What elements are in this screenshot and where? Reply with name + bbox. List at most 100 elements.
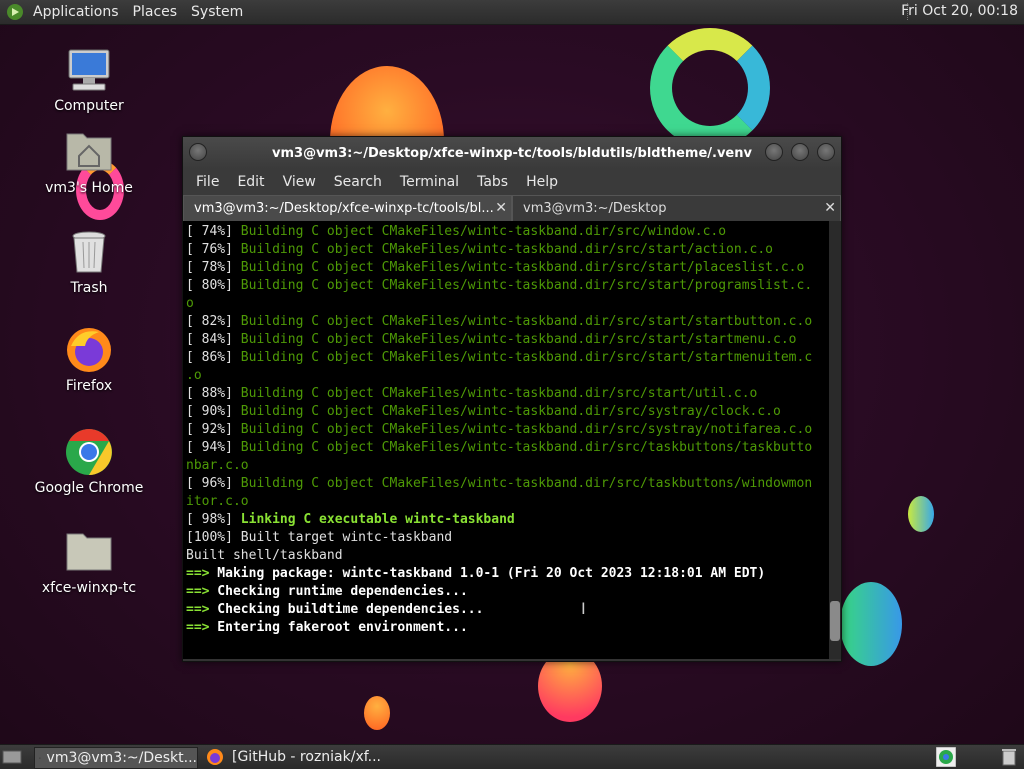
chrome-icon [65,428,113,476]
taskbar-item-terminal[interactable]: vm3@vm3:~/Deskt... [34,747,198,769]
terminal-line-text: Building C object CMakeFiles/wintc-taskb… [232,242,774,257]
terminal-line: [ 92%] Building C object CMakeFiles/wint… [186,422,812,437]
terminal-line-text: Building C object CMakeFiles/wintc-taskb… [232,260,805,275]
tray-trash[interactable] [1002,747,1022,767]
tab-desktop[interactable]: vm3@vm3:~/Desktop ✕ [512,195,841,221]
menu-applications[interactable]: Applications [26,4,126,20]
orange-oval-tiny-shape [364,696,390,730]
tab-bar: vm3@vm3:~/Desktop/xfce-winxp-tc/tools/bl… [183,195,841,221]
distro-logo-icon[interactable] [6,3,24,21]
terminal-line-fakeroot: Entering fakeroot environment... [209,620,468,635]
terminal-line: [ 84%] Building C object CMakeFiles/wint… [186,332,797,347]
terminal-output: [ 74%] Building C object CMakeFiles/wint… [183,221,826,637]
terminal-line-text: Building C object CMakeFiles/wintc-taskb… [232,350,813,365]
desktop-icon-computer[interactable]: Computer [34,46,144,114]
terminal-arrow: ==> [186,566,210,581]
green-oval-small-shape [908,496,934,532]
terminal-line-text: Building C object CMakeFiles/wintc-taskb… [232,314,813,329]
desktop-icon-trash[interactable]: Trash [34,228,144,296]
folder-icon [65,528,113,576]
desktop-icon-label: Google Chrome [34,480,144,496]
desktop-icon-label: Trash [70,280,108,296]
terminal-line-runtime: Checking runtime dependencies... [209,584,468,599]
terminal-line-text: Building C object CMakeFiles/wintc-taskb… [232,476,813,491]
menu-tabs[interactable]: Tabs [468,174,517,190]
terminal-window: vm3@vm3:~/Desktop/xfce-winxp-tc/tools/bl… [182,136,842,662]
terminal-line-text: nbar.c.o [186,458,249,473]
terminal-line-pct: [ 94%] [186,440,233,455]
terminal-line-text: Building C object CMakeFiles/wintc-taskb… [232,278,813,293]
menu-edit[interactable]: Edit [228,174,273,190]
trash-tray-icon [1002,749,1016,766]
terminal-line-pct: [ 96%] [186,476,233,491]
terminal-line-pct: [ 74%] [186,224,233,239]
terminal-line-built-target: [100%] Built target wintc-taskband [186,530,453,545]
text-cursor-icon: I [581,599,586,618]
menu-terminal[interactable]: Terminal [391,174,468,190]
terminal-line-pct: [ 90%] [186,404,233,419]
terminal-line-pct: [ 88%] [186,386,233,401]
show-desktop-button[interactable] [2,747,28,767]
computer-icon [65,46,113,94]
clock[interactable]: Fri Oct 20, 00:18 [901,3,1018,19]
terminal-line: [ 76%] Building C object CMakeFiles/wint… [186,242,773,257]
terminal-line-pct: [ 92%] [186,422,233,437]
scrollbar[interactable] [829,221,841,659]
menu-system[interactable]: System [184,4,250,20]
desktop-icon-chrome[interactable]: Google Chrome [34,428,144,496]
home-folder-icon [65,128,113,176]
desktop-icon-label: vm3's Home [45,180,133,196]
terminal-line-text: Building C object CMakeFiles/wintc-taskb… [232,386,758,401]
taskbar-item-label: [GitHub - rozniak/xf... [232,749,382,765]
terminal-line-text: o [186,296,194,311]
tab-label: vm3@vm3:~/Desktop/xfce-winxp-tc/tools/bl… [194,201,494,216]
terminal-line-pct: [ 76%] [186,242,233,257]
terminal-line: o [186,296,194,311]
desktop-icon-xfce-winxp-tc[interactable]: xfce-winxp-tc [34,528,144,596]
close-tab-icon[interactable]: ✕ [495,200,507,216]
menu-help[interactable]: Help [517,174,567,190]
terminal-line-making: Making package: wintc-taskband 1.0-1 (Fr… [209,566,766,581]
terminal-arrow: ==> [186,584,210,599]
taskbar: vm3@vm3:~/Deskt... [GitHub - rozniak/xf.… [0,744,1024,769]
green-ring-shape [650,28,770,148]
menu-places[interactable]: Places [126,4,185,20]
desktop-icon-label: Firefox [65,378,113,394]
terminal-arrow: ==> [186,602,210,617]
terminal-line: [ 78%] Building C object CMakeFiles/wint… [186,260,804,275]
menu-view[interactable]: View [274,174,325,190]
terminal-body[interactable]: [ 74%] Building C object CMakeFiles/wint… [183,221,841,659]
minimize-button[interactable] [765,143,783,161]
close-tab-icon[interactable]: ✕ [824,200,836,216]
terminal-line-pct: [ 98%] [186,512,233,527]
scrollbar-thumb[interactable] [830,601,840,641]
menu-file[interactable]: File [187,174,228,190]
trash-icon [65,228,113,276]
terminal-line-pct: [ 80%] [186,278,233,293]
firefox-small-icon [207,749,223,765]
taskbar-item-firefox[interactable]: [GitHub - rozniak/xf... [202,747,382,767]
tab-venv[interactable]: vm3@vm3:~/Desktop/xfce-winxp-tc/tools/bl… [183,195,512,221]
window-menu-button[interactable] [189,143,207,161]
terminal-line-pct: [ 82%] [186,314,233,329]
show-desktop-icon [2,750,22,764]
terminal-line: [ 94%] Building C object CMakeFiles/wint… [186,440,812,455]
desktop-icon-home[interactable]: vm3's Home [34,128,144,196]
terminal-line-text: itor.c.o [186,494,249,509]
terminal-line: [ 74%] Building C object CMakeFiles/wint… [186,224,726,239]
window-titlebar[interactable]: vm3@vm3:~/Desktop/xfce-winxp-tc/tools/bl… [183,137,841,169]
terminal-line: [ 90%] Building C object CMakeFiles/wint… [186,404,781,419]
terminal-line: [ 88%] Building C object CMakeFiles/wint… [186,386,757,401]
close-button[interactable] [817,143,835,161]
terminal-line: itor.c.o [186,494,249,509]
window-title: vm3@vm3:~/Desktop/xfce-winxp-tc/tools/bl… [272,145,752,161]
menu-search[interactable]: Search [325,174,391,190]
build-lines: [ 74%] Building C object CMakeFiles/wint… [186,224,812,509]
tray-chrome[interactable] [936,747,958,767]
terminal-line-built-shell: Built shell/taskband [186,548,343,563]
maximize-button[interactable] [791,143,809,161]
top-panel: Applications Places System Fri Oct 20, 0… [0,0,1024,25]
desktop-icon-firefox[interactable]: Firefox [34,326,144,394]
window-menubar: File Edit View Search Terminal Tabs Help [183,169,841,195]
chrome-tray-icon [936,747,956,767]
